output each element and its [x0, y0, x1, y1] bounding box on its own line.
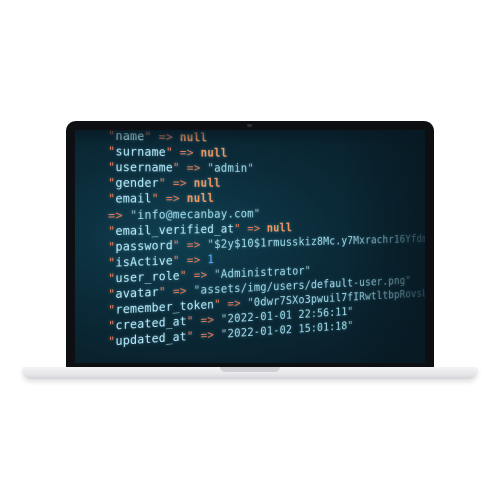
quote-mark: ": [347, 318, 354, 333]
quote-mark: ": [186, 313, 194, 329]
quote-mark: ": [234, 220, 241, 235]
code-value-null: null: [193, 175, 221, 190]
code-key: user_role: [115, 267, 180, 286]
arrow-operator: =>: [172, 283, 187, 299]
arrow-operator: =>: [200, 327, 215, 343]
code-key: avatar: [115, 284, 159, 301]
quote-mark: ": [247, 160, 254, 175]
arrow-operator: =>: [158, 130, 173, 144]
code-key: email: [115, 191, 152, 206]
quote-mark: ": [207, 236, 215, 251]
arrow-operator: =>: [165, 191, 180, 206]
code-key: surname: [115, 143, 166, 160]
page: "name" => null "surname" => null "username…: [0, 0, 500, 500]
code-value-number: 1: [207, 251, 215, 266]
arrow-operator: =>: [186, 251, 201, 267]
quote-mark: ": [108, 143, 116, 159]
arrow-operator: =>: [186, 160, 201, 175]
quote-mark: ": [108, 270, 116, 286]
quote-mark: ": [158, 284, 166, 299]
quote-mark: ": [172, 252, 180, 268]
code-listing: "name" => null "surname" => null "username…: [75, 130, 425, 363]
code-line: "username" => "admin": [108, 159, 254, 175]
quote-mark: ": [347, 304, 354, 318]
quote-mark: ": [151, 191, 159, 206]
code-value-null: null: [200, 145, 228, 160]
arrow-operator: =>: [172, 175, 187, 191]
code-key: email_verified_at: [115, 220, 235, 238]
code-key: updated_at: [115, 329, 187, 349]
quote-mark: ": [130, 206, 138, 222]
quote-mark: ": [108, 254, 116, 270]
code-key: password: [115, 237, 173, 254]
quote-mark: ": [144, 130, 152, 144]
quote-mark: ": [108, 238, 116, 254]
quote-mark: ": [108, 130, 116, 143]
code-value-null: null: [186, 190, 215, 206]
quote-mark: ": [186, 328, 194, 344]
quote-mark: ": [165, 144, 173, 160]
quote-mark: ": [108, 286, 116, 302]
quote-mark: ": [158, 175, 166, 191]
quote-mark: ": [179, 267, 187, 283]
quote-mark: ": [108, 333, 116, 349]
quote-mark: ": [253, 205, 261, 220]
quote-mark: ": [207, 160, 215, 175]
quote-mark: ": [108, 191, 116, 207]
arrow-operator: =>: [200, 312, 215, 328]
laptop-notch: [220, 367, 280, 372]
arrow-operator: =>: [108, 207, 123, 222]
code-key: name: [115, 130, 145, 144]
arrow-operator: =>: [227, 295, 241, 311]
code-line: "email" => null: [108, 190, 215, 207]
quote-mark: ": [108, 317, 116, 334]
laptop-lid: "name" => null "surname" => null "username…: [66, 121, 434, 371]
code-key: isActive: [115, 252, 173, 270]
laptop-screen: "name" => null "surname" => null "username…: [75, 130, 425, 363]
quote-mark: ": [108, 302, 116, 318]
code-value-null: null: [266, 219, 293, 235]
quote-mark: ": [214, 296, 221, 312]
arrow-operator: =>: [179, 144, 194, 160]
code-value-null: null: [179, 130, 208, 145]
code-value-string: admin: [214, 160, 248, 175]
code-key: gender: [115, 175, 159, 191]
quote-mark: ": [172, 160, 180, 175]
laptop-base: [22, 367, 478, 379]
code-line: "gender" => null: [108, 175, 221, 191]
arrow-operator: =>: [186, 236, 201, 252]
webcam-icon: [247, 124, 252, 127]
arrow-operator: =>: [193, 266, 208, 282]
quote-mark: ": [214, 266, 221, 281]
code-line: "surname" => null: [108, 143, 228, 160]
quote-mark: ": [172, 237, 180, 252]
quote-mark: ": [405, 273, 411, 287]
quote-mark: ": [304, 263, 311, 277]
arrow-operator: =>: [247, 220, 261, 235]
quote-mark: ": [108, 159, 116, 175]
quote-mark: ": [108, 175, 116, 191]
code-line: => "info@mecanbay.com": [108, 205, 261, 222]
code-value-string: info@mecanbay.com: [137, 205, 254, 222]
quote-mark: ": [108, 222, 116, 238]
code-key: username: [115, 159, 173, 175]
code-line: "name" => null: [108, 130, 207, 144]
